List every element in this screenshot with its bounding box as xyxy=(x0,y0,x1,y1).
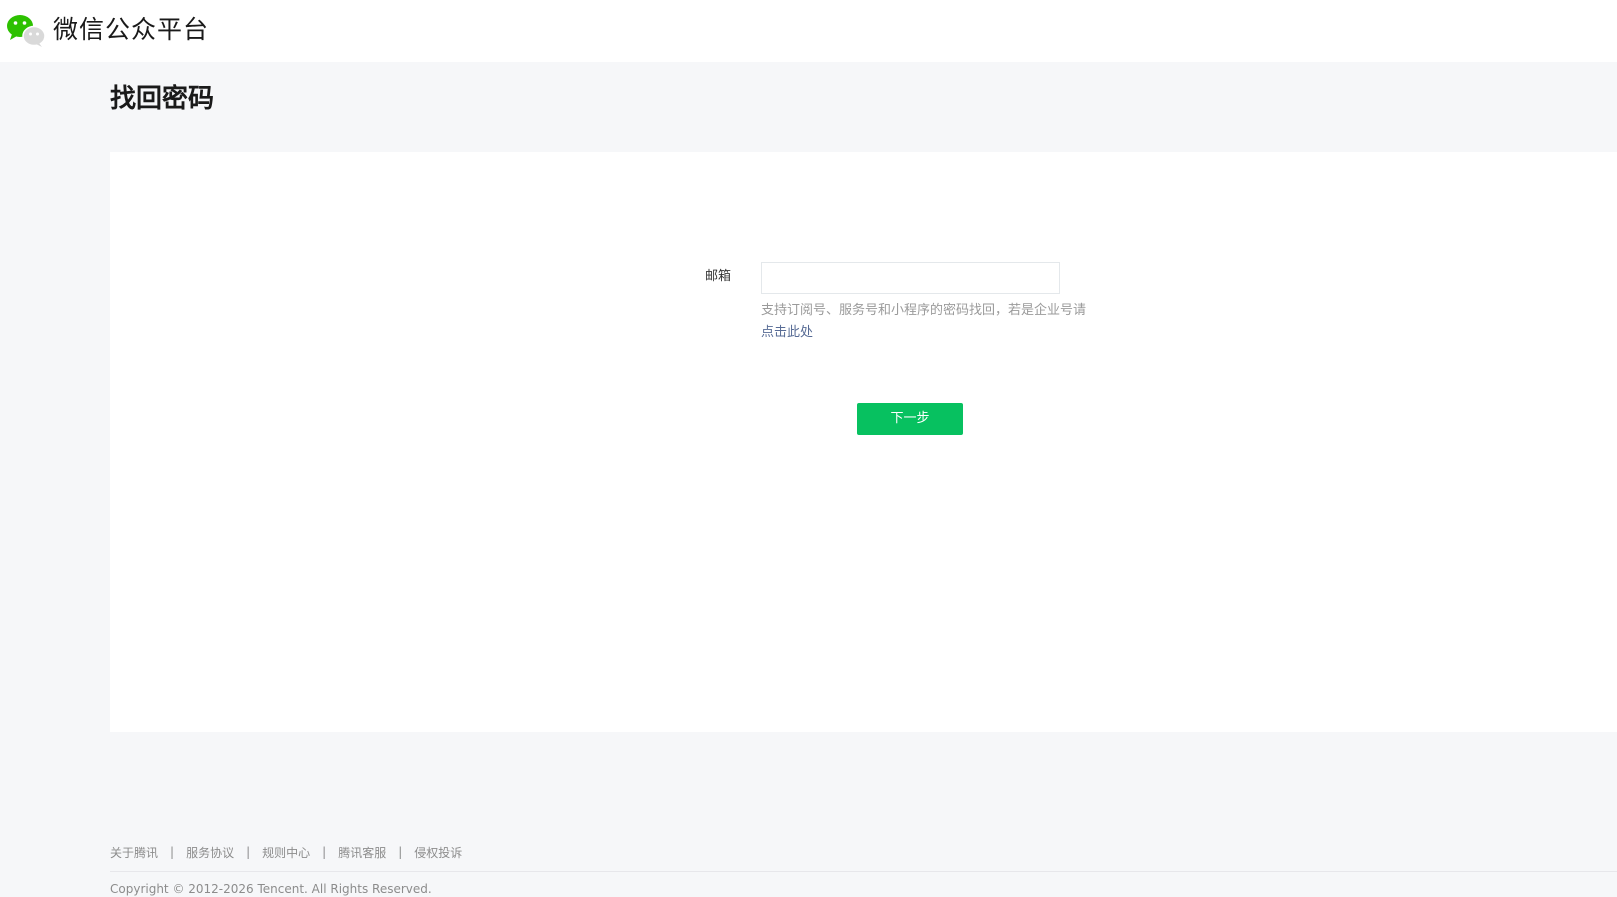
enterprise-link[interactable]: 点击此处 xyxy=(761,322,1121,344)
footer-link-rules[interactable]: 规则中心 xyxy=(262,844,310,861)
footer-link-support[interactable]: 腾讯客服 xyxy=(338,844,386,861)
top-bar: 微信公众平台 xyxy=(0,0,1617,62)
footer-separator: | xyxy=(322,845,327,859)
footer-link-agreement[interactable]: 服务协议 xyxy=(186,844,234,861)
footer-separator: | xyxy=(170,845,175,859)
logo-text[interactable]: 微信公众平台 xyxy=(53,14,209,46)
page-title: 找回密码 xyxy=(110,84,215,114)
copyright-text: Copyright © 2012-2026 Tencent. All Right… xyxy=(110,882,432,896)
email-label: 邮箱 xyxy=(705,269,732,284)
wechat-icon[interactable] xyxy=(6,13,46,47)
hint-text: 支持订阅号、服务号和小程序的密码找回，若是企业号请 xyxy=(761,303,1087,318)
footer-link-infringement[interactable]: 侵权投诉 xyxy=(414,844,462,861)
footer-link-about[interactable]: 关于腾讯 xyxy=(110,844,158,861)
email-input[interactable] xyxy=(761,262,1060,294)
form-card xyxy=(110,152,1617,732)
footer-divider xyxy=(110,871,1617,872)
email-hint: 支持订阅号、服务号和小程序的密码找回，若是企业号请 点击此处 xyxy=(761,300,1121,344)
footer-links: 关于腾讯 | 服务协议 | 规则中心 | 腾讯客服 | 侵权投诉 xyxy=(110,843,462,861)
footer-separator: | xyxy=(246,845,251,859)
next-step-button[interactable]: 下一步 xyxy=(857,403,963,435)
footer-separator: | xyxy=(398,845,403,859)
